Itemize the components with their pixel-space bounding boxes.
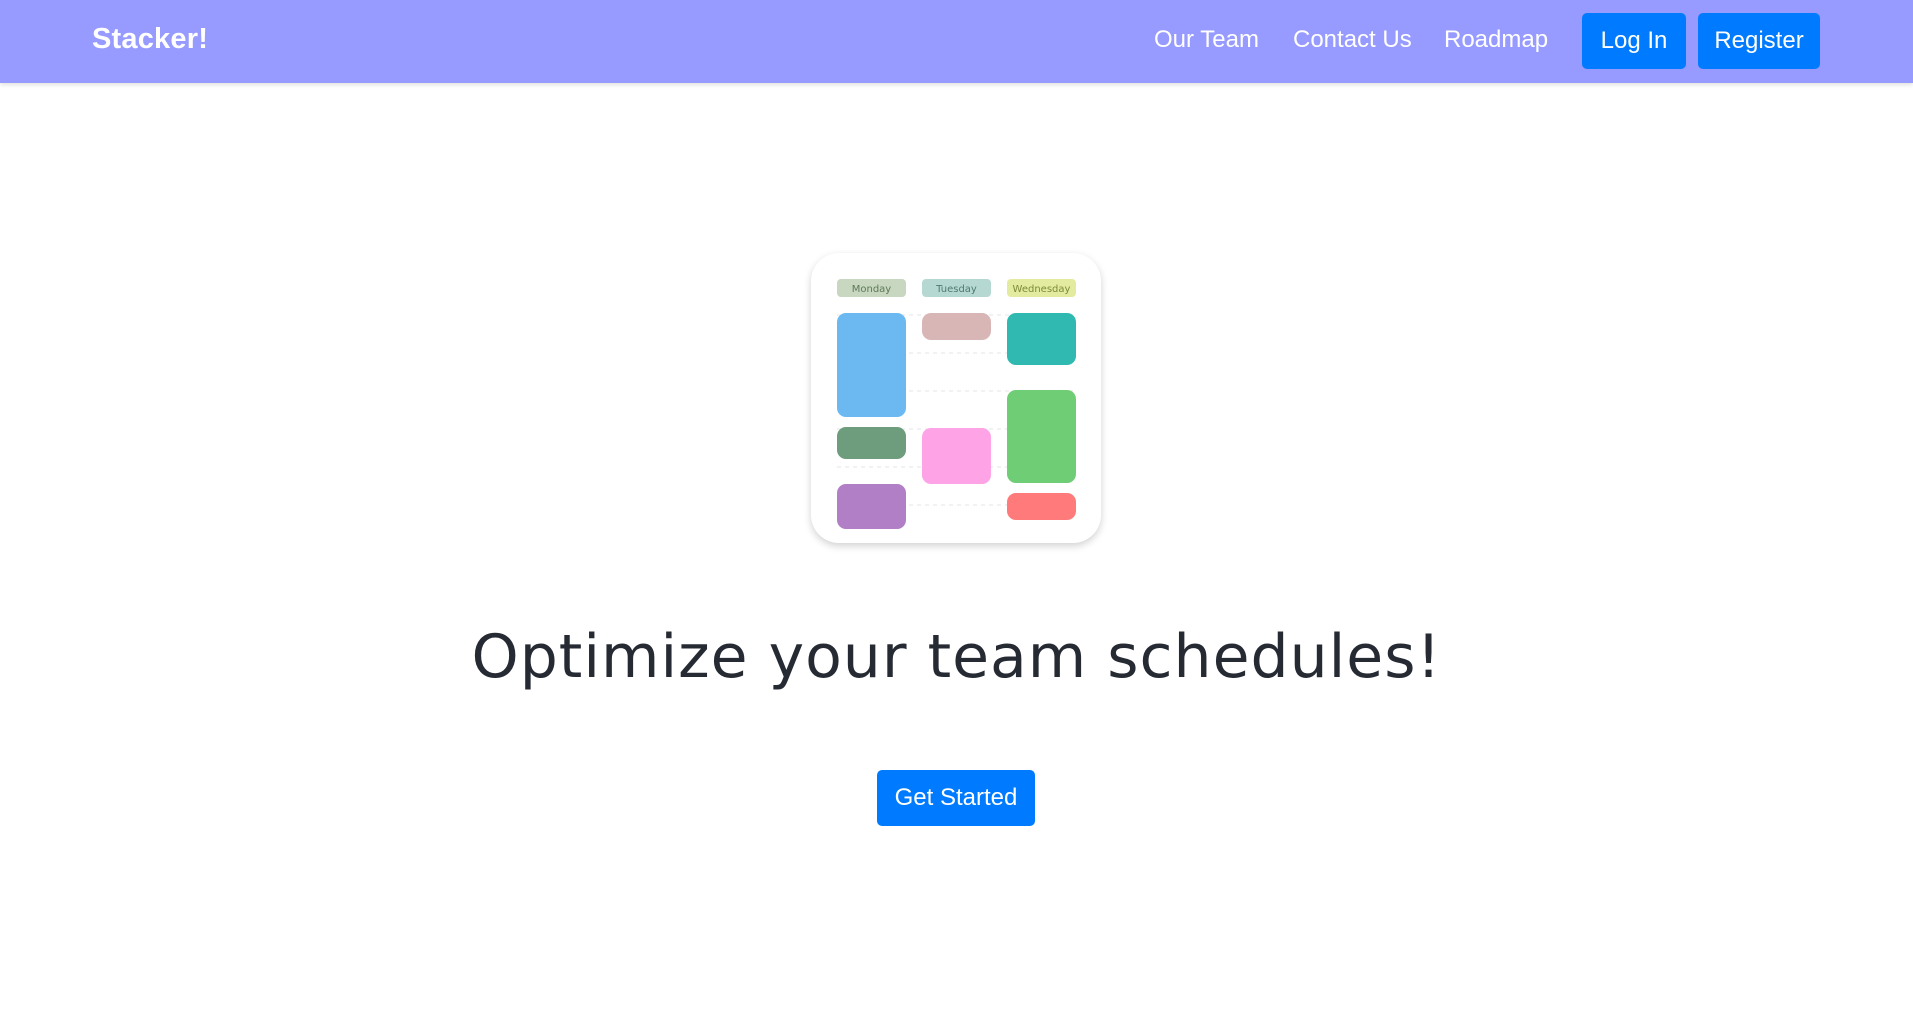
register-button[interactable]: Register	[1698, 13, 1820, 69]
top-navbar: Stacker! Our Team Contact Us Roadmap Log…	[0, 0, 1913, 83]
nav-link-our-team[interactable]: Our Team	[1154, 26, 1259, 54]
day-label-wednesday: Wednesday	[1013, 284, 1071, 295]
login-button[interactable]: Log In	[1582, 13, 1686, 69]
get-started-button[interactable]: Get Started	[877, 770, 1035, 826]
event-block	[837, 427, 906, 459]
event-block	[922, 313, 991, 340]
event-block	[1007, 390, 1076, 483]
event-block	[1007, 313, 1076, 365]
hero-headline: Optimize your team schedules!	[471, 622, 1442, 692]
nav-link-roadmap[interactable]: Roadmap	[1444, 26, 1548, 54]
event-block	[837, 313, 906, 417]
schedule-illustration: Monday Tuesday Wednesday	[811, 253, 1101, 543]
brand-logo-link[interactable]: Stacker!	[92, 23, 208, 56]
event-block	[922, 428, 991, 484]
nav-link-contact-us[interactable]: Contact Us	[1293, 26, 1412, 54]
day-label-tuesday: Tuesday	[935, 284, 977, 295]
schedule-illustration-graphic: Monday Tuesday Wednesday	[837, 279, 1076, 529]
event-block	[1007, 493, 1076, 520]
day-label-monday: Monday	[852, 284, 892, 295]
event-block	[837, 484, 906, 529]
